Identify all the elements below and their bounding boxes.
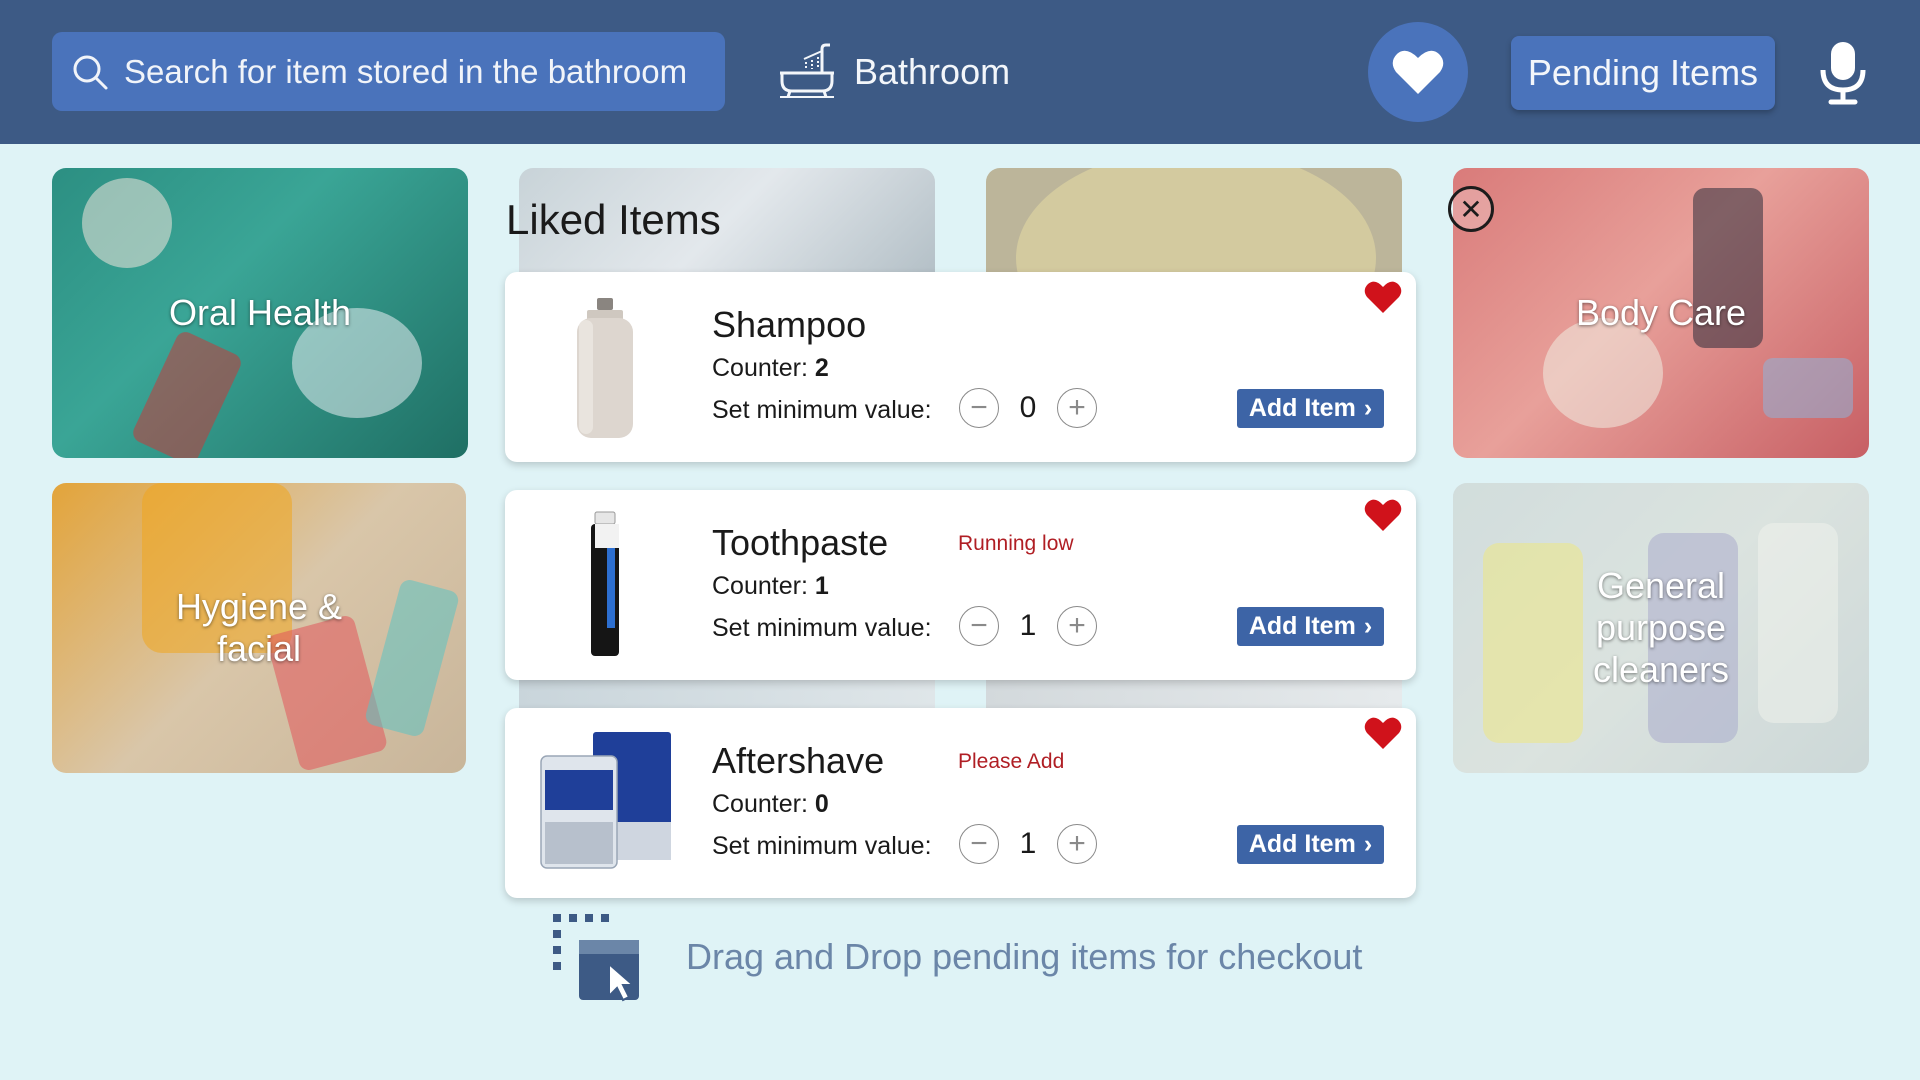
plus-icon: +: [1068, 827, 1086, 860]
min-value: 0: [1019, 391, 1037, 424]
increment-button[interactable]: +: [1057, 824, 1097, 864]
chevron-right-icon: ›: [1363, 612, 1373, 640]
counter-value: 2: [814, 354, 829, 382]
room-name: Bathroom: [854, 51, 1011, 92]
add-item-label: Add Item: [1248, 830, 1356, 858]
search-bar[interactable]: [52, 32, 725, 111]
chevron-right-icon: ›: [1363, 830, 1373, 858]
background-card: [986, 168, 1402, 273]
add-item-button[interactable]: Add Item ›: [1237, 825, 1384, 864]
counter-label: Counter:: [712, 790, 808, 818]
plus-icon: +: [1068, 609, 1086, 642]
category-label: Oral Health: [168, 292, 352, 333]
top-bar: Bathroom Pending Items: [0, 0, 1920, 144]
room-indicator: Bathroom: [776, 40, 1010, 104]
add-item-button[interactable]: Add Item ›: [1237, 607, 1384, 646]
add-item-label: Add Item: [1248, 394, 1356, 422]
toothpaste-image: [535, 508, 675, 662]
increment-button[interactable]: +: [1057, 606, 1097, 646]
category-general-purpose-cleaners[interactable]: General purpose cleaners: [1453, 483, 1869, 773]
drag-drop-icon[interactable]: [553, 914, 643, 1002]
liked-item-card: Toothpaste Running low Counter: 1 Set mi…: [505, 490, 1416, 680]
category-hygiene-facial[interactable]: Hygiene & facial: [52, 483, 466, 773]
minus-icon: −: [970, 609, 988, 642]
minus-icon: −: [970, 391, 988, 424]
liked-item-card: Aftershave Please Add Counter: 0 Set min…: [505, 708, 1416, 898]
category-label: General purpose cleaners: [1592, 565, 1730, 690]
decrement-button[interactable]: −: [959, 388, 999, 428]
heart-icon[interactable]: [1364, 498, 1402, 532]
status-badge: Running low: [958, 532, 1074, 555]
close-icon: ✕: [1459, 193, 1483, 225]
counter-value: 0: [814, 790, 829, 818]
item-counter: Counter: 0: [712, 790, 829, 819]
favorites-button[interactable]: [1368, 22, 1468, 122]
heart-icon[interactable]: [1364, 716, 1402, 750]
decrement-button[interactable]: −: [959, 606, 999, 646]
category-oral-health[interactable]: Oral Health: [52, 168, 468, 458]
counter-label: Counter:: [712, 572, 808, 600]
item-name: Shampoo: [712, 304, 867, 345]
item-counter: Counter: 2: [712, 354, 829, 383]
liked-items-title: Liked Items: [506, 196, 721, 243]
item-counter: Counter: 1: [712, 572, 829, 601]
plus-icon: +: [1068, 391, 1086, 424]
item-name: Toothpaste: [712, 522, 889, 563]
category-label: Hygiene & facial: [175, 586, 343, 669]
aftershave-image: [535, 726, 675, 880]
min-value-label: Set minimum value:: [712, 614, 932, 642]
minus-icon: −: [970, 827, 988, 860]
microphone-icon[interactable]: [1818, 40, 1868, 106]
counter-label: Counter:: [712, 354, 808, 382]
search-icon: [73, 55, 108, 89]
decrement-button[interactable]: −: [959, 824, 999, 864]
pending-items-button[interactable]: Pending Items: [1511, 36, 1775, 110]
shampoo-image: [535, 290, 675, 444]
add-item-button[interactable]: Add Item ›: [1237, 389, 1384, 428]
search-input[interactable]: [124, 52, 704, 91]
decor-shape: [1016, 168, 1376, 273]
min-value: 1: [1019, 609, 1037, 642]
add-item-label: Add Item: [1248, 612, 1356, 640]
item-name: Aftershave: [712, 740, 885, 781]
min-value-label: Set minimum value:: [712, 396, 932, 424]
heart-icon: [1392, 50, 1444, 94]
bathtub-icon: [780, 43, 834, 98]
drag-drop-text: Drag and Drop pending items for checkout: [686, 936, 1363, 977]
min-value-label: Set minimum value:: [712, 832, 932, 860]
heart-icon[interactable]: [1364, 280, 1402, 314]
status-badge: Please Add: [958, 750, 1065, 773]
category-body-care[interactable]: Body Care: [1453, 168, 1869, 458]
counter-value: 1: [814, 572, 829, 600]
increment-button[interactable]: +: [1057, 388, 1097, 428]
liked-item-card: Shampoo Counter: 2 Set minimum value: − …: [505, 272, 1416, 462]
chevron-right-icon: ›: [1363, 394, 1373, 422]
category-label: Body Care: [1575, 292, 1747, 333]
close-button[interactable]: ✕: [1448, 186, 1494, 232]
min-value: 1: [1019, 827, 1037, 860]
